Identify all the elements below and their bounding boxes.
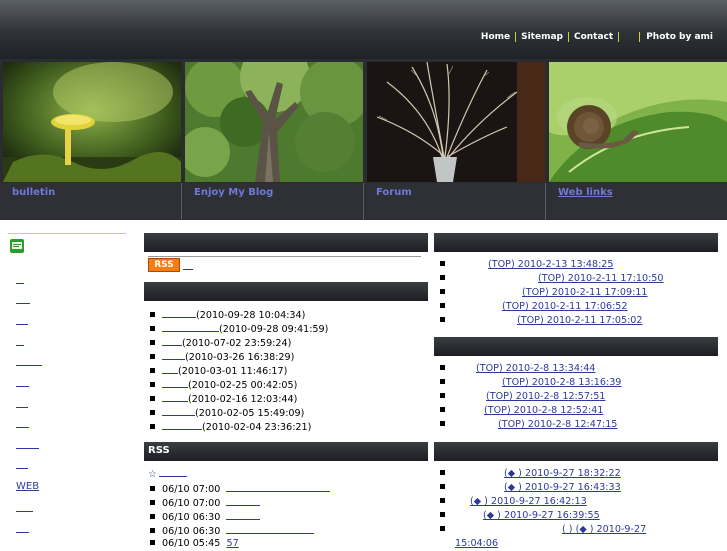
list-item-continued[interactable]: 15:04:06 (434, 537, 724, 551)
list-item[interactable]: (2010-09-28 10:04:34) (144, 307, 428, 321)
rss-section-header: RSS (144, 442, 428, 461)
feature-label-weblinks[interactable]: Web links (558, 187, 613, 198)
nav-sitemap-link[interactable]: Sitemap (516, 32, 569, 42)
sidebar-top-rule (8, 233, 126, 234)
center-header-1 (144, 233, 428, 252)
list-item[interactable]: (TOP) 2010-2-8 13:34:44 (434, 362, 724, 376)
feature-label-bulletin[interactable]: bulletin (12, 187, 55, 198)
rss-divider (148, 256, 421, 257)
list-item[interactable]: (2010-02-25 00:42:05) (144, 377, 428, 391)
sidebar-link[interactable] (16, 510, 33, 512)
feature-caption-bulletin[interactable]: bulletin (0, 183, 181, 219)
list-item[interactable]: 06/10 05:45 57 (144, 537, 428, 551)
sidebar-link[interactable] (16, 385, 29, 387)
list-item[interactable]: (2010-02-04 23:36:21) (144, 419, 428, 433)
list-item[interactable]: (2010-03-01 11:46:17) (144, 363, 428, 377)
nav-home-link[interactable]: Home (476, 32, 517, 42)
right-list-1: (TOP) 2010-2-13 13:48:25 (TOP) 2010-2-11… (434, 258, 724, 328)
list-item[interactable]: (2010-07-02 23:59:24) (144, 335, 428, 349)
rss-section-title: RSS (148, 445, 170, 456)
recent-entries-list: (2010-09-28 10:04:34) (2010-09-28 09:41:… (144, 307, 428, 433)
list-item[interactable]: (TOP) 2010-2-11 17:10:50 (434, 272, 724, 286)
list-item[interactable]: (TOP) 2010-2-8 13:16:39 (434, 376, 724, 390)
nav-contact-link[interactable]: Contact (569, 32, 620, 42)
feature-caption-weblinks[interactable]: Web links (546, 183, 727, 219)
feature-label-blog[interactable]: Enjoy My Blog (194, 187, 273, 198)
sidebar-link[interactable] (16, 344, 24, 346)
sidebar-link[interactable] (16, 323, 28, 325)
sidebar-link[interactable] (16, 302, 30, 304)
right-header-1 (434, 233, 718, 252)
list-item[interactable]: 06/10 06:30 (144, 509, 428, 523)
top-header-bar: Home Sitemap Contact Photo by ami (0, 0, 727, 59)
list-item[interactable]: (◆ ) 2010-9-27 18:32:22 (434, 467, 724, 481)
list-item[interactable]: (◆ ) 2010-9-27 16:42:13 (434, 495, 724, 509)
list-item[interactable]: (TOP) 2010-2-11 17:06:52 (434, 300, 724, 314)
right-list-2: (TOP) 2010-2-8 13:34:44 (TOP) 2010-2-8 1… (434, 362, 724, 432)
left-sidebar: WEB (0, 220, 132, 545)
top-navigation: Home Sitemap Contact Photo by ami (476, 32, 713, 42)
photo-credit: Photo by ami (646, 32, 713, 42)
green-document-icon (10, 239, 24, 253)
sidebar-link[interactable] (16, 406, 28, 408)
list-item[interactable]: (2010-03-26 16:38:29) (144, 349, 428, 363)
rss-feed-list: 06/10 07:00 06/10 07:00 06/10 06:30 06/1… (144, 481, 428, 551)
sidebar-link[interactable] (16, 467, 28, 469)
list-item[interactable]: 06/10 06:30 (144, 523, 428, 537)
feature-photo-mushroom[interactable] (3, 62, 181, 182)
sidebar-web-link[interactable]: WEB (16, 481, 39, 492)
rss-link[interactable] (183, 269, 193, 270)
list-item[interactable]: ( ) (◆ ) 2010-9-27 (434, 523, 724, 537)
list-item[interactable]: (TOP) 2010-2-11 17:05:02 (434, 314, 724, 328)
list-item[interactable]: (◆ ) 2010-9-27 16:39:55 (434, 509, 724, 523)
list-item[interactable]: (TOP) 2010-2-8 12:57:51 (434, 390, 724, 404)
feature-caption-blog[interactable]: Enjoy My Blog (182, 183, 363, 219)
rss-badge[interactable]: RSS (148, 258, 180, 272)
sidebar-link[interactable] (16, 447, 39, 449)
feature-strip: bulletin Enjoy My Blog Forum Web links (0, 59, 727, 220)
list-item[interactable]: 06/10 07:00 (144, 481, 428, 495)
sidebar-link[interactable] (16, 282, 24, 284)
list-item[interactable]: (TOP) 2010-2-8 12:47:15 (434, 418, 724, 432)
rss-star-link[interactable]: ☆ (148, 466, 187, 480)
right-header-2 (434, 337, 718, 356)
list-item[interactable]: (TOP) 2010-2-11 17:09:11 (434, 286, 724, 300)
list-item[interactable]: (TOP) 2010-2-8 12:52:41 (434, 404, 724, 418)
list-item[interactable]: (2010-02-05 15:49:09) (144, 405, 428, 419)
feature-photo-snail[interactable] (549, 62, 727, 182)
feature-label-forum[interactable]: Forum (376, 187, 412, 198)
list-item[interactable]: (2010-02-16 12:03:44) (144, 391, 428, 405)
feature-caption-forum[interactable]: Forum (364, 183, 545, 219)
sidebar-link[interactable] (16, 531, 29, 533)
list-item[interactable]: (◆ ) 2010-9-27 16:43:33 (434, 481, 724, 495)
list-item[interactable]: (TOP) 2010-2-13 13:48:25 (434, 258, 724, 272)
list-item[interactable]: 06/10 07:00 (144, 495, 428, 509)
list-item[interactable]: (2010-09-28 09:41:59) (144, 321, 428, 335)
sidebar-link[interactable] (16, 426, 29, 428)
right-header-3 (434, 442, 718, 461)
nav-empty-slot (619, 32, 641, 42)
sidebar-link[interactable] (16, 364, 42, 366)
right-list-3: (◆ ) 2010-9-27 18:32:22 (◆ ) 2010-9-27 1… (434, 467, 724, 551)
feature-photo-grass[interactable] (367, 62, 545, 182)
feature-photo-tree[interactable] (185, 62, 363, 182)
recent-entries-header (144, 282, 428, 301)
